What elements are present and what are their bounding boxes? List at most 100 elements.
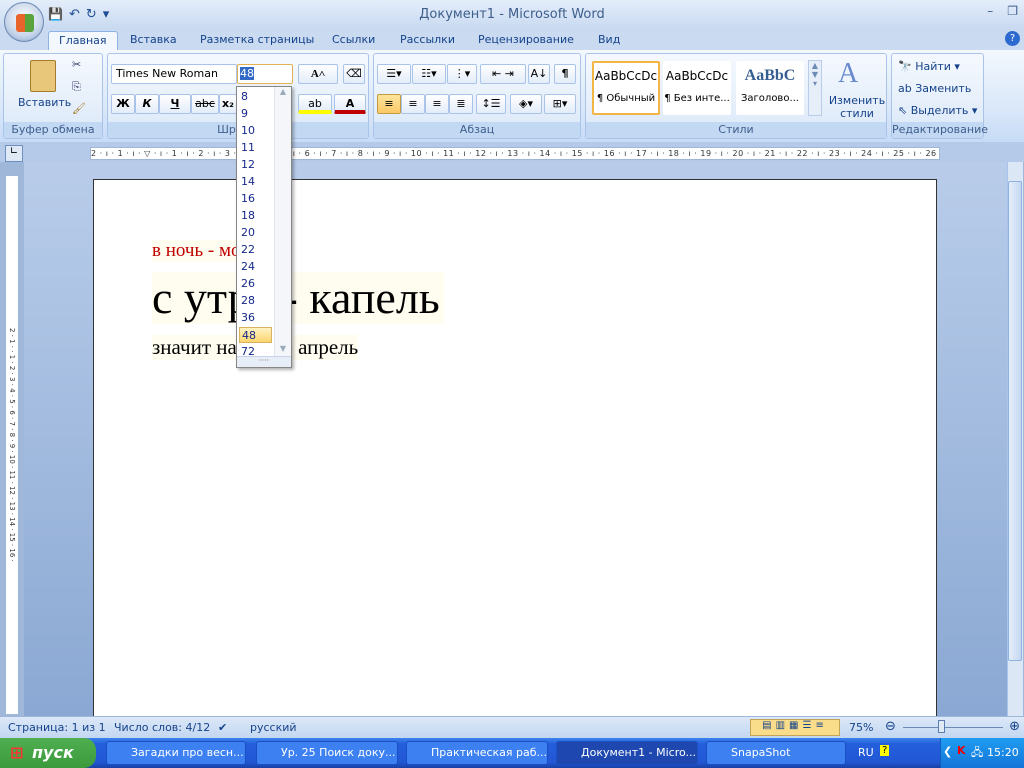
- zoom-out-icon[interactable]: ⊖: [885, 719, 896, 734]
- font-size-option[interactable]: 16: [239, 191, 272, 207]
- font-size-option[interactable]: 26: [239, 276, 272, 292]
- tab-review[interactable]: Рецензирование: [468, 31, 584, 50]
- font-size-option[interactable]: 22: [239, 242, 272, 258]
- font-size-option[interactable]: 24: [239, 259, 272, 275]
- dropdown-scrollbar[interactable]: ▲ ▼: [274, 87, 291, 357]
- page-count[interactable]: Страница: 1 из 1: [8, 721, 106, 734]
- cut-icon[interactable]: ✂: [72, 58, 81, 71]
- document-page[interactable]: в ночь - мороз с утра - капель значит на…: [93, 179, 937, 719]
- font-size-option[interactable]: 20: [239, 225, 272, 241]
- taskbar-item-snapashot[interactable]: SnapaShot: [706, 741, 846, 765]
- style-normal[interactable]: AaBbCcDc ¶ Обычный: [592, 61, 660, 115]
- change-styles-button[interactable]: Изменить стили: [826, 94, 888, 120]
- style-name: Заголово...: [741, 93, 799, 104]
- tab-references[interactable]: Ссылки: [322, 31, 385, 50]
- styles-scroll[interactable]: ▲ ▼ ▾: [808, 60, 822, 116]
- sort-button[interactable]: А↓: [528, 64, 550, 84]
- font-size-option[interactable]: 10: [239, 123, 272, 139]
- font-color-button[interactable]: A: [334, 94, 366, 114]
- proofing-icon[interactable]: ✔: [218, 721, 227, 734]
- language-indicator[interactable]: RU: [858, 746, 874, 759]
- font-size-option[interactable]: 8: [239, 89, 272, 105]
- font-size-option[interactable]: 9: [239, 106, 272, 122]
- help-icon[interactable]: ?: [1005, 31, 1020, 46]
- network-icon[interactable]: 🖧: [971, 744, 983, 763]
- document-line-2[interactable]: с утра - капель: [152, 272, 444, 324]
- paragraph-group: ☰▾ ☷▾ ⋮▾ ⇤ ⇥ А↓ ¶ ≡ ≡ ≡ ≣ ↕☰ ◈▾ ⊞▾ Абзац: [373, 53, 581, 139]
- clipboard-group: Вставить ✂ ⎘ 🖌 Буфер обмена: [3, 53, 103, 139]
- shading-button[interactable]: ◈▾: [510, 94, 542, 114]
- italic-button[interactable]: К: [135, 94, 159, 114]
- font-size-dropdown[interactable]: ▲ ▼ 8 9 10 11 12 14 16 18 20 22 24 26 28 36 48 72 ····: [236, 86, 292, 368]
- numbering-button[interactable]: ☷▾: [412, 64, 446, 84]
- style-heading[interactable]: AaBbC Заголово...: [736, 61, 804, 115]
- zoom-level[interactable]: 75%: [849, 721, 873, 734]
- highlight-button[interactable]: ab: [298, 94, 332, 114]
- replace-button[interactable]: ab Заменить: [898, 82, 971, 95]
- select-button[interactable]: ⇖ Выделить ▾: [898, 104, 977, 117]
- align-center-button[interactable]: ≡: [401, 94, 425, 114]
- bullets-button[interactable]: ☰▾: [377, 64, 411, 84]
- find-button[interactable]: 🔭 Найти ▾: [898, 60, 960, 73]
- align-left-button[interactable]: ≡: [377, 94, 401, 114]
- tab-home[interactable]: Главная: [48, 31, 118, 50]
- clock: 15:20: [987, 746, 1019, 759]
- align-right-button[interactable]: ≡: [425, 94, 449, 114]
- font-size-option[interactable]: 14: [239, 174, 272, 190]
- tab-view[interactable]: Вид: [588, 31, 630, 50]
- language[interactable]: русский: [250, 721, 297, 734]
- scroll-up-icon[interactable]: ▲: [275, 87, 291, 96]
- show-formatting-button[interactable]: ¶: [554, 64, 576, 84]
- scrollbar-thumb[interactable]: [1008, 181, 1022, 661]
- font-size-option[interactable]: 11: [239, 140, 272, 156]
- font-size-option[interactable]: 12: [239, 157, 272, 173]
- indent-buttons[interactable]: ⇤ ⇥: [480, 64, 526, 84]
- underline-button[interactable]: Ч: [159, 94, 191, 114]
- copy-icon[interactable]: ⎘: [72, 80, 81, 94]
- resize-grip[interactable]: ····: [237, 356, 291, 367]
- font-size-option[interactable]: 28: [239, 293, 272, 309]
- vertical-ruler[interactable]: 2 · 1 · · 1 · 2 · 3 · 4 · 5 · 6 · 7 · 8 …: [5, 175, 19, 715]
- line-spacing-button[interactable]: ↕☰: [476, 94, 506, 114]
- format-painter-icon[interactable]: 🖌: [72, 102, 86, 115]
- font-size-combo[interactable]: 48: [237, 64, 293, 84]
- taskbar-item-folder[interactable]: Ур. 25 Поиск доку...: [256, 741, 398, 765]
- paste-button[interactable]: Вставить: [18, 96, 71, 109]
- font-size-option[interactable]: 18: [239, 208, 272, 224]
- start-button[interactable]: ⊞ пуск: [0, 738, 96, 768]
- zoom-in-icon[interactable]: ⊕: [1009, 719, 1020, 734]
- title-bar: 💾 ↶ ↻ ▾ Документ1 - Microsoft Word – ❐: [0, 0, 1024, 28]
- tab-selector[interactable]: ∟: [5, 145, 23, 162]
- taskbar-item-chrome[interactable]: Загадки про весн...: [106, 741, 246, 765]
- tab-mailings[interactable]: Рассылки: [390, 31, 465, 50]
- view-buttons[interactable]: ▤▥▦☰≡: [750, 719, 840, 736]
- minimize-button[interactable]: –: [987, 4, 993, 18]
- font-size-value[interactable]: 48: [240, 67, 254, 80]
- style-no-spacing[interactable]: AaBbCcDc ¶ Без инте...: [663, 61, 731, 115]
- font-name-combo[interactable]: Times New Roman: [111, 64, 237, 84]
- taskbar-item-document1[interactable]: Документ1 - Micro...: [556, 741, 698, 765]
- subscript-button[interactable]: x₂: [219, 94, 237, 114]
- antivirus-icon[interactable]: K: [957, 744, 966, 757]
- zoom-thumb[interactable]: [937, 720, 945, 733]
- horizontal-ruler[interactable]: 2 · ı · 1 · ı · ▽ · ı · 1 · ı · 2 · ı · …: [90, 147, 940, 160]
- tray-expand-icon[interactable]: ❮: [943, 745, 952, 758]
- tab-page-layout[interactable]: Разметка страницы: [190, 31, 324, 50]
- grow-shrink-font-buttons[interactable]: A˄: [298, 64, 338, 84]
- font-size-option[interactable]: 48: [239, 327, 272, 343]
- scroll-down-icon[interactable]: ▼: [275, 344, 291, 353]
- taskbar-item-word-doc[interactable]: Практическая раб...: [406, 741, 548, 765]
- clear-formatting-icon[interactable]: ⌫: [343, 64, 365, 84]
- restore-button[interactable]: ❐: [1007, 4, 1018, 18]
- tab-insert[interactable]: Вставка: [120, 31, 187, 50]
- borders-button[interactable]: ⊞▾: [544, 94, 576, 114]
- zoom-slider[interactable]: ⊖ ⊕: [885, 719, 1020, 735]
- strikethrough-button[interactable]: abc: [191, 94, 219, 114]
- font-size-option[interactable]: 36: [239, 310, 272, 326]
- justify-button[interactable]: ≣: [449, 94, 473, 114]
- bold-button[interactable]: Ж: [111, 94, 135, 114]
- multilevel-list-button[interactable]: ⋮▾: [447, 64, 477, 84]
- office-button[interactable]: [4, 2, 44, 42]
- word-count[interactable]: Число слов: 4/12: [114, 721, 210, 734]
- help-tray-icon[interactable]: ?: [880, 745, 890, 756]
